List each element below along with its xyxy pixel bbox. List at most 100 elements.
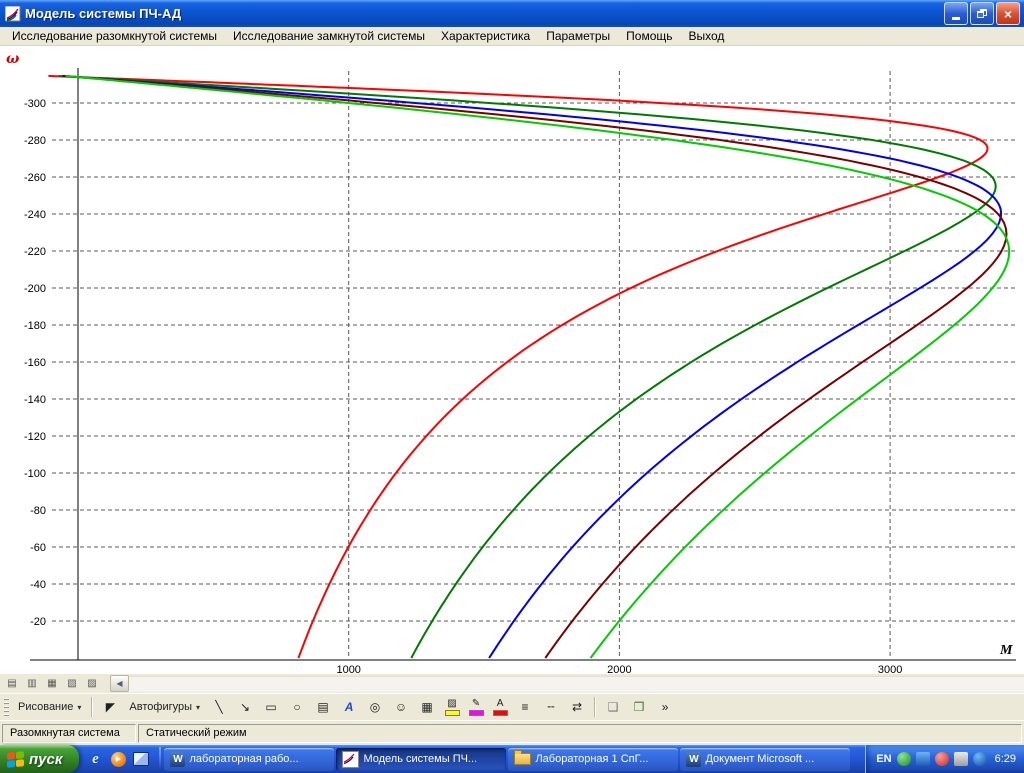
start-label: пуск: [29, 750, 63, 768]
tray-icon-1[interactable]: [896, 752, 911, 766]
menu-item-parameters[interactable]: Параметры: [538, 28, 618, 44]
autoshapes-menu-button[interactable]: Автофигуры ▾: [124, 699, 205, 715]
fill-color-button[interactable]: ▨: [441, 697, 463, 717]
tray-icon-4[interactable]: [953, 752, 968, 766]
view-mode-button-4[interactable]: ▧: [62, 675, 82, 692]
tray-icon-5[interactable]: [972, 752, 987, 766]
restore-button[interactable]: [970, 2, 994, 25]
arrow-style-button[interactable]: ⇄: [565, 697, 589, 717]
taskbar-clock: 6:29: [994, 753, 1016, 765]
view-mode-button-5[interactable]: ▨: [82, 675, 102, 692]
rectangle-tool-button[interactable]: ▭: [259, 697, 283, 717]
taskbar: пуск e ▶ W лабораторная рабо... Модель с…: [0, 745, 1024, 773]
menu-item-open-loop-study[interactable]: Исследование разомкнутой системы: [4, 28, 225, 44]
toolbar-overflow-button[interactable]: »: [653, 697, 677, 717]
screen: Модель системы ПЧ-АД × Исследование разо…: [0, 0, 1024, 773]
status-system-mode: Разомкнутая система: [2, 723, 136, 743]
dash-style-icon: ╌: [547, 700, 555, 714]
close-button[interactable]: ×: [996, 2, 1020, 25]
svg-text:3000: 3000: [878, 664, 902, 673]
toolbar-grip-handle[interactable]: [4, 698, 9, 716]
oval-tool-button[interactable]: ○: [285, 697, 309, 717]
minimize-icon: [952, 8, 960, 20]
view-mode-button-3[interactable]: ▦: [42, 675, 62, 692]
menu-item-closed-loop-study[interactable]: Исследование замкнутой системы: [225, 28, 433, 44]
line-color-button[interactable]: ✎: [465, 697, 487, 717]
task-button-folder[interactable]: Лабораторная 1 СпГ...: [508, 747, 679, 771]
shadow-icon: ❑: [607, 700, 619, 714]
svg-text:-300: -300: [24, 98, 46, 110]
task-button-word-lab-report[interactable]: W лабораторная рабо...: [164, 747, 335, 771]
task-label: лабораторная рабо...: [189, 753, 299, 765]
tray-icon-2[interactable]: [915, 752, 930, 766]
language-indicator[interactable]: EN: [876, 753, 891, 765]
folder-icon: [514, 750, 532, 765]
svg-text:-40: -40: [30, 579, 46, 591]
svg-text:-100: -100: [24, 468, 46, 480]
tray-icon-3[interactable]: [934, 752, 949, 766]
menu-bar: Исследование разомкнутой системы Исследо…: [0, 27, 1024, 46]
svg-text:-120: -120: [24, 431, 46, 443]
line-tool-button[interactable]: ╲: [207, 697, 231, 717]
menu-item-characteristic[interactable]: Характеристика: [433, 28, 538, 44]
shadow-style-button[interactable]: ❑: [601, 697, 625, 717]
menu-item-exit[interactable]: Выход: [681, 28, 733, 44]
system-tray: EN 6:29: [865, 745, 1024, 773]
windows-flag-icon: [7, 750, 24, 768]
model-app-icon: [342, 750, 360, 768]
draw-menu-button[interactable]: Рисование ▾: [13, 699, 86, 715]
autoshapes-label: Автофигуры: [129, 701, 193, 713]
insert-picture-button[interactable]: ▦: [415, 697, 439, 717]
minimize-button[interactable]: [944, 2, 968, 25]
diagram-icon: ◎: [369, 700, 381, 714]
media-player-icon[interactable]: ▶: [109, 750, 127, 768]
dash-style-button[interactable]: ╌: [539, 697, 563, 717]
threed-style-button[interactable]: ❒: [627, 697, 651, 717]
line-icon: ╲: [215, 700, 223, 714]
title-bar: Модель системы ПЧ-АД ×: [0, 0, 1024, 27]
task-label: Модель системы ПЧ...: [363, 753, 478, 765]
arrow-style-icon: ⇄: [572, 700, 583, 714]
wordart-icon: А: [344, 700, 354, 714]
toolbar-separator: [594, 697, 597, 717]
task-button-model-app[interactable]: Модель системы ПЧ...: [336, 747, 507, 771]
svg-text:1000: 1000: [336, 664, 360, 673]
scroll-left-button[interactable]: ◀: [110, 675, 129, 692]
select-objects-button[interactable]: ◤: [98, 697, 122, 717]
svg-text:-80: -80: [30, 505, 46, 517]
wordart-button[interactable]: А: [337, 697, 361, 717]
diagram-button[interactable]: ◎: [363, 697, 387, 717]
view-mode-button-2[interactable]: ▥: [22, 675, 42, 692]
pencil-icon: ✎: [471, 697, 481, 709]
chevron-down-icon: ▾: [77, 702, 82, 712]
chart-area: -300 -280 -260 -240 -220 -200 -180 -160 -140 -120…: [0, 46, 1024, 673]
word-icon: W: [686, 751, 702, 767]
drawing-toolbar: Рисование ▾ ◤ Автофигуры ▾ ╲ ↘ ▭ ○ ▤ А ◎…: [0, 693, 1024, 720]
taskbar-divider: [159, 747, 162, 771]
svg-text:2000: 2000: [607, 664, 631, 673]
svg-text:ω: ω: [6, 51, 20, 67]
arrow-icon: ↘: [240, 700, 251, 714]
task-button-word-document[interactable]: W Документ Microsoft ...: [680, 747, 851, 771]
font-color-bar: [492, 709, 508, 716]
clipart-button[interactable]: ☺: [389, 697, 413, 717]
view-mode-button-1[interactable]: ▤: [2, 675, 22, 692]
ie-icon[interactable]: e: [86, 750, 104, 768]
line-color-bar: [468, 709, 484, 716]
desktop-icon: [133, 752, 150, 766]
line-style-button[interactable]: ≡: [513, 697, 537, 717]
svg-text:-280: -280: [24, 135, 46, 147]
restore-icon: [977, 9, 987, 18]
menu-item-help[interactable]: Помощь: [618, 28, 680, 44]
task-label: Документ Microsoft ...: [705, 753, 815, 765]
show-desktop-icon[interactable]: [132, 750, 150, 768]
svg-text:M: M: [999, 643, 1013, 658]
textbox-tool-button[interactable]: ▤: [311, 697, 335, 717]
status-bar: Разомкнутая система Статический режим: [0, 720, 1024, 745]
font-color-button[interactable]: А: [489, 697, 511, 717]
chevron-down-icon: ▾: [196, 702, 201, 712]
arrow-tool-button[interactable]: ↘: [233, 697, 257, 717]
horizontal-scrollbar-track[interactable]: [129, 675, 1024, 692]
start-button[interactable]: пуск: [0, 745, 80, 773]
svg-text:-260: -260: [24, 172, 46, 184]
